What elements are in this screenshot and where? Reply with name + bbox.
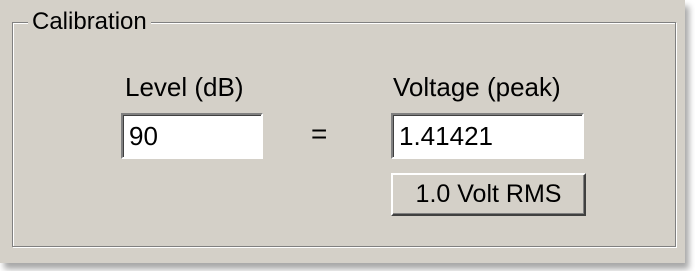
level-label: Level (dB) — [125, 72, 244, 102]
one-volt-rms-button[interactable]: 1.0 Volt RMS — [391, 173, 586, 216]
voltage-label: Voltage (peak) — [393, 72, 561, 102]
level-input[interactable] — [121, 113, 263, 159]
equals-sign: = — [311, 118, 328, 149]
calibration-panel: Calibration Level (dB) = Voltage (peak) … — [0, 0, 685, 263]
calibration-group-title: Calibration — [28, 8, 151, 36]
voltage-input[interactable] — [391, 113, 584, 159]
